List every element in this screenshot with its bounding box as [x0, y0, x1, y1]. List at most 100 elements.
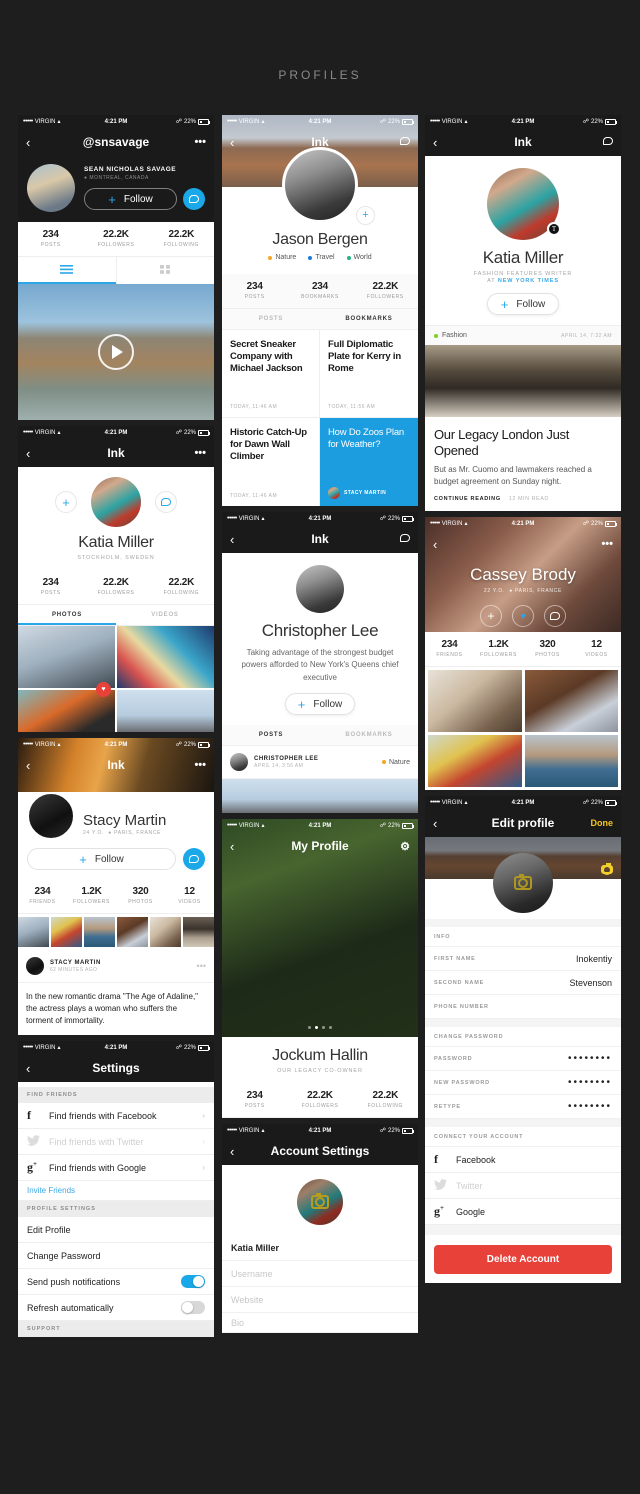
photo-thumb[interactable]	[51, 917, 82, 947]
stat-item[interactable]: 22.2K FOLLOWERS	[353, 274, 418, 308]
stat-item[interactable]: 1.2K FOLLOWERS	[474, 632, 523, 666]
settings-icon[interactable]: ⚙	[400, 840, 410, 853]
tab-videos[interactable]: VIDEOS	[116, 605, 214, 625]
video-thumbnail[interactable]	[18, 284, 214, 420]
stat-item[interactable]: 12 VIDEOS	[165, 879, 214, 913]
field-password[interactable]: PASSWORD ••••••••	[425, 1047, 621, 1072]
photo-tile[interactable]	[524, 735, 618, 788]
photo-tile[interactable]	[428, 670, 522, 733]
add-friend-button[interactable]: +	[480, 605, 502, 628]
row-find-friends-facebook[interactable]: f Find friends with Facebook ›	[18, 1103, 214, 1129]
follow-button[interactable]: + Follow	[285, 693, 355, 716]
stat-item[interactable]: 234 POSTS	[222, 274, 287, 308]
post-tag[interactable]: Nature	[381, 759, 410, 766]
message-icon[interactable]	[603, 136, 613, 148]
avatar[interactable]: T	[487, 168, 561, 240]
stat-item[interactable]: 234 FRIENDS	[18, 879, 67, 913]
post-avatar[interactable]	[26, 957, 44, 975]
stat-item[interactable]: 22.2K FOLLOWERS	[83, 570, 148, 604]
follow-button[interactable]: + Follow	[487, 293, 559, 315]
stat-item[interactable]: 320 PHOTOS	[523, 632, 572, 666]
stat-item[interactable]: 22.2K FOLLOWING	[149, 222, 214, 256]
photo-thumb[interactable]	[117, 917, 148, 947]
invite-friends-link[interactable]: Invite Friends	[18, 1181, 214, 1201]
back-icon[interactable]: ‹	[26, 758, 30, 773]
more-icon[interactable]: •••	[197, 961, 206, 971]
tab-posts[interactable]: POSTS	[222, 725, 320, 745]
tab-photos[interactable]: PHOTOS	[18, 605, 116, 625]
photo-tile[interactable]	[428, 735, 522, 788]
avatar[interactable]	[282, 147, 358, 223]
stat-item[interactable]: 234 POSTS	[18, 570, 83, 604]
tab-list-view[interactable]	[18, 257, 116, 284]
back-icon[interactable]: ‹	[433, 537, 437, 552]
bookmark-card[interactable]: Secret Sneaker Company with Michael Jack…	[222, 330, 320, 418]
bookmark-card[interactable]: Full Diplomatic Plate for Kerry in Rome …	[320, 330, 418, 418]
more-icon[interactable]: •••	[194, 136, 206, 148]
stat-item[interactable]: 22.2K FOLLOWING	[149, 570, 214, 604]
stat-item[interactable]: 1.2K FOLLOWERS	[67, 879, 116, 913]
refresh-automatically-toggle[interactable]	[181, 1301, 205, 1314]
avatar[interactable]	[91, 477, 141, 527]
field-name[interactable]: Katia Miller	[222, 1235, 418, 1262]
stat-item[interactable]: 22.2K FOLLOWING	[353, 1083, 418, 1117]
delete-account-button[interactable]: Delete Account	[434, 1245, 612, 1275]
field-bio[interactable]: Bio	[222, 1313, 418, 1334]
play-icon[interactable]	[98, 334, 134, 370]
message-button[interactable]	[155, 491, 177, 513]
carousel-dot[interactable]	[308, 1026, 311, 1030]
back-icon[interactable]: ‹	[230, 839, 234, 854]
field-phone-number[interactable]: PHONE NUMBER	[425, 995, 621, 1020]
message-icon[interactable]	[400, 136, 410, 148]
back-icon[interactable]: ‹	[433, 816, 437, 831]
back-icon[interactable]: ‹	[230, 1144, 234, 1159]
stat-item[interactable]: 320 PHOTOS	[116, 879, 165, 913]
back-icon[interactable]: ‹	[230, 135, 234, 150]
message-button[interactable]	[544, 605, 566, 628]
article-card[interactable]: Our Legacy London Just Opened But as Mr.…	[425, 417, 621, 512]
photo-thumb[interactable]	[18, 917, 49, 947]
feed-tag[interactable]: Fashion	[434, 332, 467, 339]
push-notifications-toggle[interactable]	[181, 1275, 205, 1288]
bookmark-card[interactable]: Historic Catch-Up for Dawn Wall Climber …	[222, 418, 320, 506]
tag-travel[interactable]: Travel	[308, 254, 335, 261]
field-username[interactable]: Username	[222, 1261, 418, 1288]
row-find-friends-google[interactable]: g+ Find friends with Google ›	[18, 1155, 214, 1181]
photo-thumb[interactable]	[183, 917, 214, 947]
stat-item[interactable]: 22.2K FOLLOWERS	[287, 1083, 352, 1117]
avatar[interactable]	[296, 565, 344, 613]
tab-bookmarks[interactable]: BOOKMARKS	[320, 725, 418, 745]
stat-item[interactable]: 12 VIDEOS	[572, 632, 621, 666]
field-new-password[interactable]: NEW PASSWORD ••••••••	[425, 1071, 621, 1096]
field-retype-password[interactable]: RETYPE ••••••••	[425, 1095, 621, 1120]
photo-tile[interactable]	[117, 690, 214, 732]
back-icon[interactable]: ‹	[26, 135, 30, 150]
more-icon[interactable]: •••	[194, 759, 206, 771]
avatar[interactable]	[297, 1179, 343, 1226]
back-icon[interactable]: ‹	[26, 446, 30, 461]
carousel-dot[interactable]	[315, 1026, 318, 1030]
post-avatar[interactable]	[230, 753, 248, 772]
tab-grid-view[interactable]	[115, 257, 215, 284]
carousel-dot[interactable]	[329, 1026, 332, 1030]
photo-tile[interactable]: ♥	[18, 682, 115, 732]
post-image[interactable]	[222, 779, 418, 814]
avatar-editor[interactable]	[425, 853, 621, 920]
photo-tile[interactable]	[524, 670, 618, 733]
row-find-friends-twitter[interactable]: Find friends with Twitter ›	[18, 1129, 214, 1155]
continue-reading-link[interactable]: CONTINUE READING	[434, 496, 501, 502]
stat-item[interactable]: 234 POSTS	[18, 222, 83, 256]
back-icon[interactable]: ‹	[433, 135, 437, 150]
message-icon[interactable]	[400, 533, 410, 545]
row-change-password[interactable]: Change Password	[18, 1243, 214, 1269]
field-website[interactable]: Website	[222, 1287, 418, 1314]
row-refresh-automatically[interactable]: Refresh automatically	[18, 1295, 214, 1321]
row-connect-google[interactable]: g+ Google	[425, 1199, 621, 1226]
tab-bookmarks[interactable]: BOOKMARKS	[320, 309, 418, 329]
camera-icon[interactable]	[601, 863, 613, 875]
avatar[interactable]	[493, 853, 553, 914]
photo-tile[interactable]	[18, 626, 115, 688]
row-connect-facebook[interactable]: f Facebook	[425, 1147, 621, 1174]
tag-nature[interactable]: Nature	[268, 254, 296, 261]
stat-item[interactable]: 234 POSTS	[222, 1083, 287, 1117]
